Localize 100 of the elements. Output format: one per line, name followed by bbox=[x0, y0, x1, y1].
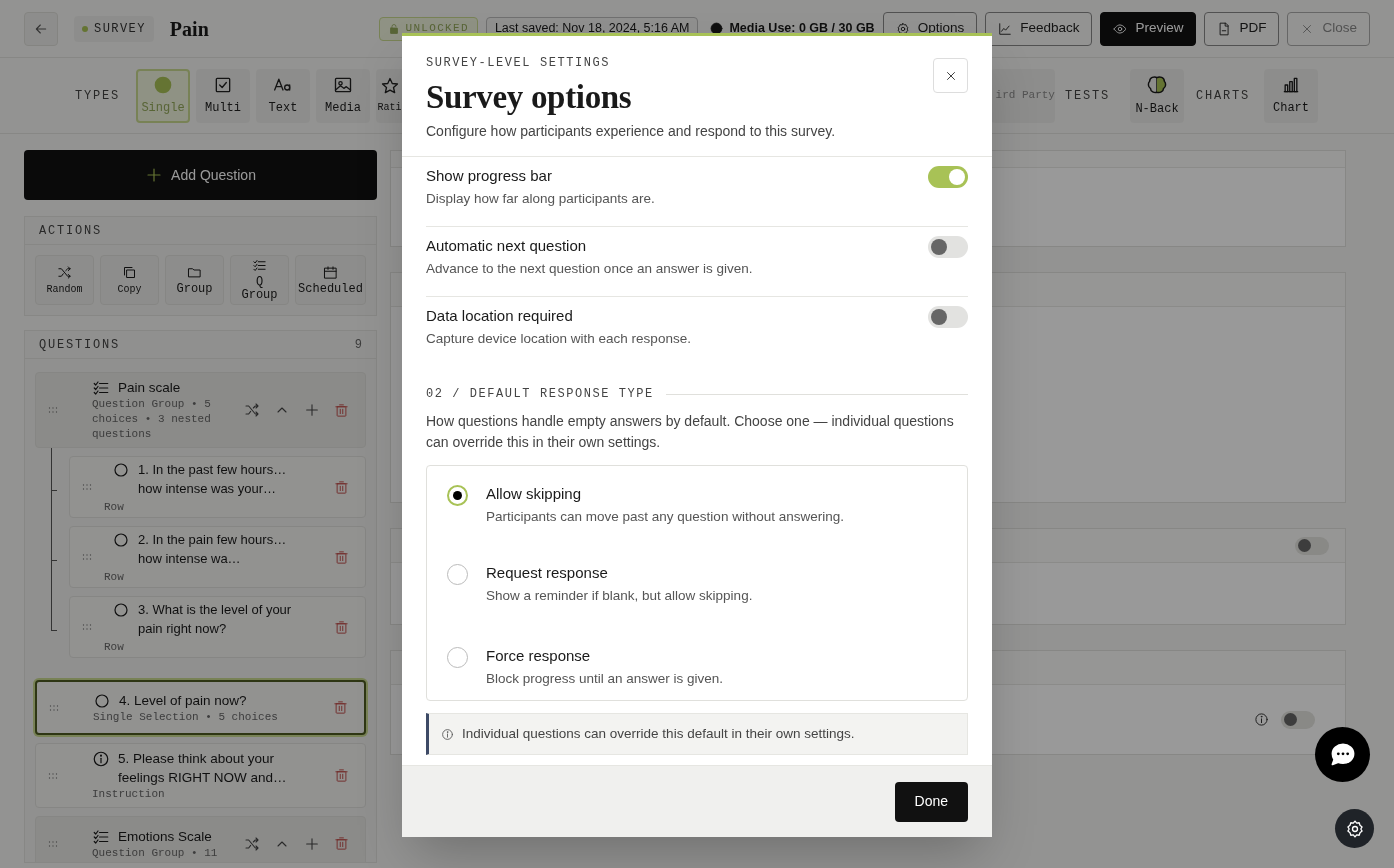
shuffle-icon bbox=[57, 264, 72, 280]
trash-icon[interactable] bbox=[333, 700, 348, 715]
survey-type-label: SURVEY bbox=[94, 20, 146, 38]
trash-icon[interactable] bbox=[334, 768, 349, 783]
calendar-icon bbox=[323, 264, 338, 280]
radio-circle-icon bbox=[112, 530, 130, 549]
chat-button[interactable] bbox=[1315, 727, 1370, 782]
question-meta: Row bbox=[104, 499, 124, 515]
add-question-button[interactable]: Add Question bbox=[24, 150, 377, 200]
radio-button[interactable] bbox=[447, 564, 468, 585]
question-title: 3. What is the level of your pain right now? bbox=[138, 600, 293, 638]
option-description: Participants can move past any question without answering. bbox=[486, 508, 844, 526]
radio-circle-icon bbox=[93, 691, 111, 710]
setting-title: Automatic next question bbox=[426, 236, 588, 256]
back-button[interactable] bbox=[24, 11, 58, 46]
question-meta: Row bbox=[104, 639, 124, 655]
action-button[interactable]: Copy bbox=[100, 255, 159, 305]
question-type-tab[interactable]: Multi bbox=[196, 68, 250, 123]
toggle-switch[interactable] bbox=[928, 236, 968, 258]
question-title: 2. In the pain few hours… how intense wa… bbox=[138, 530, 288, 568]
question-item[interactable]: Emotions Scale Question Group • 11 bbox=[35, 816, 366, 862]
media-disc-icon bbox=[710, 22, 724, 35]
response-option[interactable]: Force response Block progress until an answer is given. bbox=[427, 638, 967, 700]
setting-description: Advance to the next question once an answer is given. bbox=[426, 260, 753, 278]
question-meta: Instruction bbox=[92, 787, 165, 802]
section-title: 02 / DEFAULT RESPONSE TYPE bbox=[426, 386, 654, 403]
question-title: Pain scale bbox=[118, 379, 181, 397]
toggle-switch[interactable] bbox=[928, 166, 968, 188]
chart-tab[interactable]: Chart bbox=[1264, 68, 1318, 123]
question-type-tab[interactable]: Text bbox=[256, 68, 310, 123]
n-back-tab[interactable]: N-Back bbox=[1130, 68, 1184, 123]
checklist-icon bbox=[92, 379, 110, 397]
modal-eyebrow: SURVEY-LEVEL SETTINGS bbox=[426, 55, 610, 72]
action-button[interactable]: Group bbox=[165, 255, 224, 305]
shuffle-icon[interactable] bbox=[244, 835, 260, 852]
question-item[interactable]: 5. Please think about your feelings RIGHT NOW and… Instruction bbox=[35, 743, 366, 808]
question-meta: Single Selection • 5 choices bbox=[93, 709, 278, 725]
gear-icon bbox=[895, 21, 910, 36]
question-title: Emotions Scale bbox=[118, 827, 212, 846]
header-button[interactable]: PDF bbox=[1204, 11, 1280, 46]
copy-icon bbox=[122, 264, 137, 280]
action-button[interactable]: Random bbox=[35, 255, 94, 305]
question-item[interactable]: 2. In the pain few hours… how intense wa… Row bbox=[69, 526, 366, 588]
toggle-switch[interactable] bbox=[1295, 536, 1329, 555]
trash-icon[interactable] bbox=[334, 619, 349, 635]
padlock-icon bbox=[387, 22, 400, 35]
question-item[interactable]: 1. In the past few hours… how intense was your… Row bbox=[69, 456, 366, 518]
info-icon bbox=[92, 750, 110, 768]
setting-description: Display how far along participants are. bbox=[426, 190, 655, 208]
filled-circle-icon bbox=[153, 74, 173, 95]
setting-title: Show progress bar bbox=[426, 166, 553, 186]
modal-title: Survey options bbox=[426, 78, 632, 116]
action-button[interactable]: Q Group bbox=[230, 255, 289, 305]
trash-icon[interactable] bbox=[334, 479, 349, 495]
document-icon bbox=[1217, 21, 1232, 36]
option-title: Request response bbox=[486, 563, 609, 583]
shuffle-icon[interactable] bbox=[244, 402, 260, 418]
trash-icon[interactable] bbox=[334, 402, 349, 418]
question-item[interactable]: 4. Level of pain now? Single Selection • 5 choices bbox=[35, 680, 366, 735]
checklist-icon bbox=[252, 258, 267, 273]
line-chart-icon bbox=[998, 21, 1013, 36]
radio-button[interactable] bbox=[447, 647, 468, 668]
question-meta: Question Group • 5 choices • 3 nested questions bbox=[92, 397, 212, 442]
radio-button[interactable] bbox=[447, 485, 468, 506]
question-title: 1. In the past few hours… how intense was your… bbox=[138, 460, 288, 498]
plus-icon[interactable] bbox=[304, 835, 320, 852]
brain-icon bbox=[1145, 73, 1169, 96]
radio-circle-icon bbox=[112, 600, 130, 619]
response-option[interactable]: Request response Show a reminder if blank, but allow skipping. bbox=[427, 556, 967, 638]
media-use-label: Media Use: 0 GB / 30 GB bbox=[729, 20, 875, 38]
eye-icon bbox=[1113, 21, 1128, 36]
star-icon bbox=[379, 76, 400, 96]
question-meta: Question Group • 11 bbox=[92, 845, 218, 861]
done-button[interactable]: Done bbox=[894, 781, 968, 822]
response-option[interactable]: Allow skipping Participants can move past any question without answering. bbox=[427, 466, 967, 556]
setting-title: Data location required bbox=[426, 306, 574, 326]
question-item[interactable]: Pain scale Question Group • 5 choices • 3 nested questions bbox=[35, 372, 366, 448]
action-button[interactable]: Scheduled bbox=[295, 255, 366, 305]
question-meta: Row bbox=[104, 569, 124, 585]
trash-icon[interactable] bbox=[334, 549, 349, 565]
trash-icon[interactable] bbox=[334, 836, 349, 851]
settings-button[interactable] bbox=[1335, 809, 1374, 848]
option-description: Show a reminder if blank, but allow skipping. bbox=[486, 587, 753, 605]
section-description: How questions handle empty answers by default. Choose one — individual questions can override this in their own settings. bbox=[426, 412, 955, 452]
question-item[interactable]: 3. What is the level of your pain right now? Row bbox=[69, 596, 366, 658]
header-button[interactable]: Preview bbox=[1100, 11, 1197, 46]
option-description: Block progress until an answer is given. bbox=[486, 670, 724, 688]
plus-icon[interactable] bbox=[304, 402, 320, 418]
toggle-switch[interactable] bbox=[928, 306, 968, 328]
modal-subtitle: Configure how participants experience and respond to this survey. bbox=[426, 122, 837, 141]
option-title: Allow skipping bbox=[486, 484, 583, 504]
info-icon bbox=[441, 727, 454, 741]
question-type-tab[interactable]: Media bbox=[316, 68, 370, 123]
question-type-tab[interactable]: Rati bbox=[376, 68, 403, 123]
radio-circle-icon bbox=[112, 460, 130, 479]
option-title: Force response bbox=[486, 646, 592, 666]
actions-title: ACTIONS bbox=[39, 222, 102, 240]
questions-count: 9 bbox=[354, 336, 362, 354]
tests-label: TESTS bbox=[1064, 87, 1110, 105]
toggle-switch[interactable] bbox=[1281, 710, 1315, 729]
